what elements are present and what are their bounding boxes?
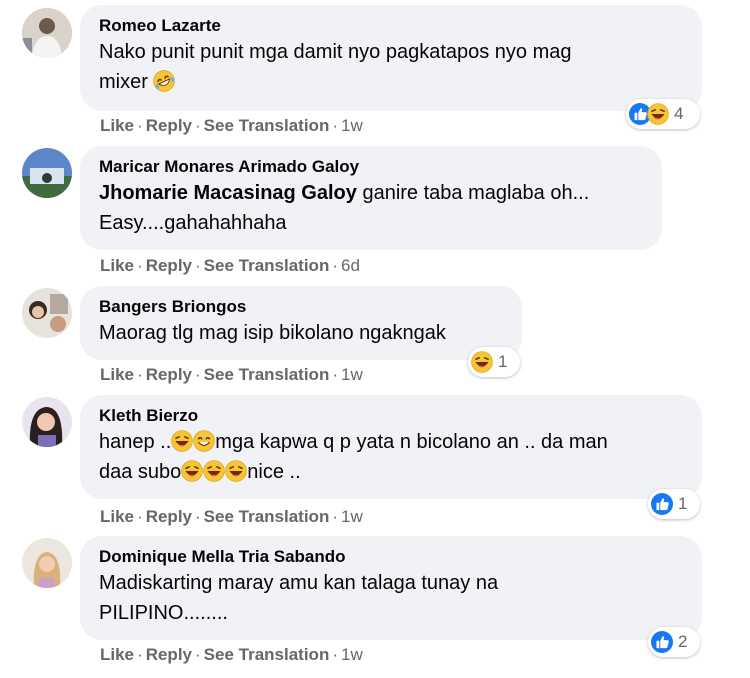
like-link[interactable]: Like [100,507,134,526]
laughing-emoji-icon [181,460,204,482]
comment-text-line: PILIPINO........ [99,602,228,624]
comment-author[interactable]: Bangers Briongos [99,296,504,318]
comment-text-line: Nako punit punit mga damit nyo pagkatapo… [99,41,572,63]
see-translation-link[interactable]: See Translation [204,645,330,664]
comment-bubble: Romeo Lazarte Nako punit punit mga damit… [80,5,702,111]
reply-link[interactable]: Reply [146,645,192,664]
like-link[interactable]: Like [100,365,134,384]
comment-author[interactable]: Romeo Lazarte [99,15,684,37]
comment-text-line: ganire taba maglaba oh... [356,182,590,204]
timestamp[interactable]: 1w [341,365,363,384]
reaction-count: 1 [678,494,688,513]
comment-actions: Like · Reply · See Translation · 6d [100,256,360,275]
avatar[interactable] [22,148,72,198]
reply-link[interactable]: Reply [146,256,192,275]
reaction-summary[interactable]: 4 [626,99,700,129]
comment-bubble: Bangers Briongos Maorag tlg mag isip bik… [80,286,522,360]
comment-bubble: Kleth Bierzo hanep .. mga kapwa q p yata … [80,395,702,499]
comment-author[interactable]: Dominique Mella Tria Sabando [99,546,684,568]
like-reaction-icon [651,493,673,515]
avatar[interactable] [22,288,72,338]
comment-author[interactable]: Kleth Bierzo [99,405,684,427]
comment-bubble: Maricar Monares Arimado Galoy Jhomarie M… [80,146,662,250]
laughing-emoji-icon [203,460,226,482]
reaction-summary[interactable]: 1 [648,489,700,519]
laughing-emoji-icon [225,460,248,482]
reaction-summary[interactable]: 1 [468,347,520,377]
smiling-emoji-icon [193,430,216,452]
timestamp[interactable]: 1w [341,116,363,135]
comment-actions: Like · Reply · See Translation · 1w [100,645,363,664]
reply-link[interactable]: Reply [146,116,192,135]
avatar[interactable] [22,538,72,588]
comment-text-line: nice .. [247,461,301,483]
comment-text: Maorag tlg mag isip bikolano ngakngak [99,318,504,348]
comment-text: Nako punit punit mga damit nyo pagkatapo… [99,37,684,97]
comment-text: hanep .. mga kapwa q p yata n bicolano an… [99,427,684,487]
comment-text: Madiskarting maray amu kan talaga tunay … [99,568,684,628]
reaction-count: 4 [674,104,684,123]
comment-text-line: Maorag tlg mag isip bikolano ngakngak [99,322,446,344]
reply-link[interactable]: Reply [146,365,192,384]
laughing-emoji-icon [171,430,194,452]
reaction-summary[interactable]: 2 [648,627,700,657]
comment-actions: Like · Reply · See Translation · 1w [100,365,363,384]
comment-text-line: Easy....gahahahhaha [99,212,287,234]
see-translation-link[interactable]: See Translation [204,507,330,526]
comment-text: Jhomarie Macasinag Galoy ganire taba mag… [99,178,644,238]
comment-text-line: hanep .. [99,431,172,453]
comment-text-line: mixer [99,71,148,93]
timestamp[interactable]: 1w [341,645,363,664]
see-translation-link[interactable]: See Translation [204,256,330,275]
mention-link[interactable]: Jhomarie Macasinag Galoy [99,182,357,204]
comment-text-line: daa subo [99,461,182,483]
timestamp[interactable]: 6d [341,256,360,275]
haha-reaction-icon [471,351,493,373]
reaction-count: 1 [498,352,508,371]
reaction-count: 2 [678,632,688,651]
comment-author[interactable]: Maricar Monares Arimado Galoy [99,156,644,178]
comment-text-line: mga kapwa q p yata n bicolano an .. da m… [215,431,608,453]
avatar[interactable] [22,8,72,58]
haha-reaction-icon [647,103,669,125]
like-link[interactable]: Like [100,645,134,664]
rolling-laugh-emoji-icon [153,70,176,92]
see-translation-link[interactable]: See Translation [204,365,330,384]
avatar[interactable] [22,397,72,447]
like-link[interactable]: Like [100,116,134,135]
timestamp[interactable]: 1w [341,507,363,526]
comment-bubble: Dominique Mella Tria Sabando Madiskartin… [80,536,702,640]
reply-link[interactable]: Reply [146,507,192,526]
comment-actions: Like · Reply · See Translation · 1w [100,507,363,526]
see-translation-link[interactable]: See Translation [204,116,330,135]
like-link[interactable]: Like [100,256,134,275]
comment-actions: Like · Reply · See Translation · 1w [100,116,363,135]
like-reaction-icon [651,631,673,653]
comment-text-line: Madiskarting maray amu kan talaga tunay … [99,572,499,594]
